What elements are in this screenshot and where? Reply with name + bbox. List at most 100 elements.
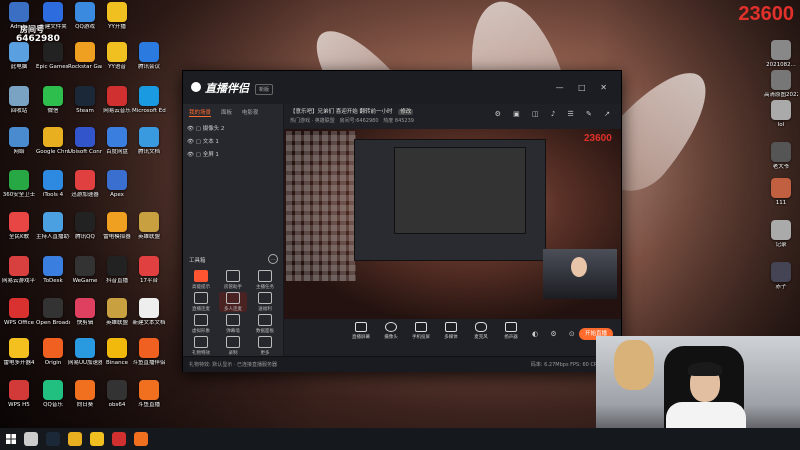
desktop-icon[interactable]: QQ游戏 xyxy=(68,2,102,40)
desktop-icon[interactable]: 斗鱼直播伴侣 xyxy=(132,338,166,376)
desktop-icon[interactable]: WeGame xyxy=(68,256,102,294)
douyu-icon[interactable] xyxy=(134,432,148,446)
version-badge[interactable]: 新版 xyxy=(255,84,274,95)
phone-cast-button[interactable]: 手机投屏 xyxy=(406,322,436,340)
desktop-icon[interactable]: 新建文本文档 xyxy=(132,298,166,336)
toolbox-item[interactable]: 主播任务 xyxy=(251,270,279,290)
steam-icon[interactable] xyxy=(46,432,60,446)
desktop-icon[interactable]: 全民K歌 xyxy=(2,212,36,250)
desktop-icon[interactable]: 英雄联盟 xyxy=(100,298,134,336)
desktop-icon[interactable]: YY开播 xyxy=(100,2,134,40)
desktop-icon[interactable]: 腾讯会议 xyxy=(132,42,166,80)
toolbox-item[interactable]: 数据面板 xyxy=(251,314,279,334)
desktop-icon-label: 360安全卫士 xyxy=(2,192,36,198)
desktop-icon[interactable]: 斗鱼直播 xyxy=(132,380,166,418)
toolbox-item[interactable]: 虚拟形象 xyxy=(187,314,215,334)
desktop-icon[interactable]: 回收站 xyxy=(2,86,36,124)
search-icon[interactable] xyxy=(24,432,38,446)
desktop-icon[interactable]: Apex xyxy=(100,170,134,208)
desktop-icon[interactable]: 17平台 xyxy=(132,256,166,294)
netease-icon[interactable] xyxy=(112,432,126,446)
desktop-icon[interactable]: WPS Office xyxy=(2,298,36,336)
desktop-icon[interactable]: Origin xyxy=(36,338,70,376)
desktop-icon[interactable]: 网易UU加速器 xyxy=(68,338,102,376)
desktop-icon[interactable]: 雷电多开器4 xyxy=(2,338,36,376)
yy-icon[interactable] xyxy=(90,432,104,446)
toolbox-more-icon[interactable]: … xyxy=(268,254,278,264)
desktop-icon[interactable]: 百度网盘 xyxy=(100,127,134,165)
desktop-icon[interactable]: WPS H5 xyxy=(2,380,36,418)
desktop-icon[interactable]: 360安全卫士 xyxy=(2,170,36,208)
app-icon xyxy=(139,86,159,106)
desktop-icon[interactable]: 网易云游戏平台 xyxy=(2,256,36,294)
desktop-icon-label: Rockstar Games xyxy=(68,64,102,70)
stream-preview[interactable]: 23600 xyxy=(284,129,621,319)
desktop-icon-label: lol xyxy=(777,122,785,128)
desktop-icon[interactable]: 111 xyxy=(764,178,798,216)
desktop-icon[interactable]: Ubisoft Connect xyxy=(68,127,102,165)
toolbox-item[interactable]: 房管助手 xyxy=(219,270,247,290)
desktop-icon[interactable]: 网络 xyxy=(2,127,36,165)
desktop-icon-label: QQ音乐 xyxy=(43,402,63,408)
desktop-icon[interactable]: 向日葵 xyxy=(68,380,102,418)
camera-button[interactable]: 摄像头 xyxy=(376,322,406,340)
preview-settings-icons[interactable]: ◐ ⚙ ⊙ xyxy=(532,330,580,338)
toolbox-item[interactable]: 送福利 xyxy=(251,292,279,312)
screen-capture-button[interactable]: 直播屏幕 xyxy=(346,322,376,340)
desktop-icon[interactable]: 赤子 xyxy=(764,262,798,300)
scene-item[interactable]: 👁 ▢ 摄像头 2 xyxy=(187,124,224,132)
desktop-icon[interactable]: 老大爷 xyxy=(764,142,798,180)
desktop-icon[interactable]: 雷电模拟器 xyxy=(100,212,134,250)
app-icon xyxy=(107,2,127,22)
tab-movie-night[interactable]: 电影夜 xyxy=(242,108,259,116)
microphone-button[interactable]: 麦克风 xyxy=(466,322,496,340)
tab-panel[interactable]: 面板 xyxy=(221,108,232,116)
desktop-icon[interactable]: Rockstar Games xyxy=(68,42,102,80)
media-button[interactable]: 多媒体 xyxy=(436,322,466,340)
desktop-icon[interactable]: 记录 xyxy=(764,220,798,258)
toolbox-item[interactable]: 直播连麦 xyxy=(187,292,215,312)
desktop-icon[interactable]: QQ音乐 xyxy=(36,380,70,418)
desktop-icon[interactable]: 网易云音乐 xyxy=(100,86,134,124)
desktop-icon[interactable]: Google Chrome xyxy=(36,127,70,165)
desktop-icon[interactable]: 迅游加速器 xyxy=(68,170,102,208)
desktop-icon[interactable]: obs64 xyxy=(100,380,134,418)
desktop-icon[interactable]: 抖音直播 xyxy=(100,256,134,294)
app-titlebar: 直播伴侣 新版 — □ ✕ xyxy=(183,71,621,104)
header-toolbar-icons[interactable]: ⚙ ▣ ◫ ♪ ☰ ✎ ↗ xyxy=(495,110,615,118)
desktop-icon[interactable]: Binance xyxy=(100,338,134,376)
toolbox-item[interactable]: 弹幕墙 xyxy=(219,314,247,334)
toolbox-item[interactable]: 录制 xyxy=(219,336,247,356)
tab-my-scenes[interactable]: 我的场景 xyxy=(189,108,212,117)
desktop-icon[interactable]: Epic Games Launcher xyxy=(36,42,70,80)
desktop-icon-label: Google Chrome xyxy=(36,149,70,155)
desktop-icon[interactable]: 主持人直播助手 xyxy=(36,212,70,250)
chrome-icon[interactable] xyxy=(68,432,82,446)
desktop-icon[interactable]: Microsoft Edge xyxy=(132,86,166,124)
desktop-icon[interactable]: 腾讯文档 xyxy=(132,127,166,165)
desktop-icon[interactable]: 快剪辑 xyxy=(68,298,102,336)
desktop-icon[interactable]: 此电脑 xyxy=(2,42,36,80)
toolbox-item[interactable]: 更多 xyxy=(251,336,279,356)
scene-item[interactable]: 👁 ▢ 文本 1 xyxy=(187,137,219,145)
desktop-icon[interactable]: 微信 xyxy=(36,86,70,124)
desktop-icon[interactable]: YY语音 xyxy=(100,42,134,80)
desktop-icon[interactable]: lol xyxy=(764,100,798,138)
toolbox-item[interactable]: 高能提示 xyxy=(187,270,215,290)
desktop-icon-label: 新建文本文档 xyxy=(132,320,166,326)
windows-start-icon[interactable] xyxy=(6,434,16,444)
desktop-icon[interactable]: ToDesk xyxy=(36,256,70,294)
window-controls[interactable]: — □ ✕ xyxy=(556,83,613,92)
desktop-icon[interactable]: Steam xyxy=(68,86,102,124)
desktop-icon[interactable]: Open Broadcast xyxy=(36,298,70,336)
scene-item[interactable]: 👁 ▢ 全屏 1 xyxy=(187,150,219,158)
speaker-button[interactable]: 扬声器 xyxy=(496,322,526,340)
desktop-icon[interactable]: 英雄联盟 xyxy=(132,212,166,250)
edit-title-button[interactable]: 修改 xyxy=(398,109,414,115)
desktop-icon[interactable]: 腾讯QQ xyxy=(68,212,102,250)
app-icon xyxy=(771,100,791,120)
desktop-icon[interactable]: iTools 4 xyxy=(36,170,70,208)
toolbox-item[interactable]: 礼物特效 xyxy=(187,336,215,356)
toolbox-item[interactable]: 多人连麦 xyxy=(219,292,247,312)
stream-title[interactable]: 【意乐吧】兄弟们 喜迎开始 翻转前一小时 修改 xyxy=(290,107,414,115)
